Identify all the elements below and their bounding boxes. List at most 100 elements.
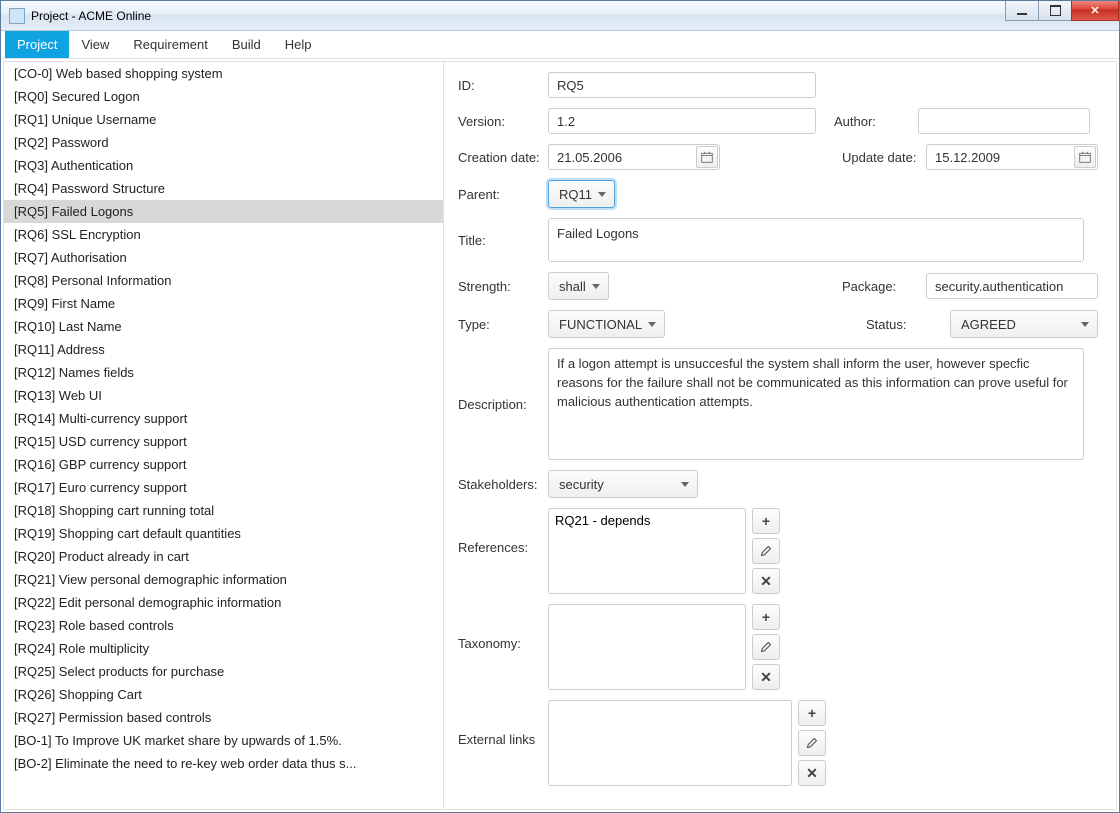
list-item[interactable]: [RQ2] Password — [4, 131, 443, 154]
requirement-list[interactable]: [CO-0] Web based shopping system[RQ0] Se… — [4, 62, 444, 809]
pencil-icon — [760, 545, 772, 557]
list-item[interactable]: [RQ16] GBP currency support — [4, 453, 443, 476]
menu-requirement[interactable]: Requirement — [121, 31, 219, 58]
menu-project[interactable]: Project — [5, 31, 69, 58]
list-item[interactable]: [RQ27] Permission based controls — [4, 706, 443, 729]
package-field[interactable] — [926, 273, 1098, 299]
list-item[interactable]: [CO-0] Web based shopping system — [4, 62, 443, 85]
taxonomy-remove-button[interactable]: ✕ — [752, 664, 780, 690]
list-item[interactable]: [RQ13] Web UI — [4, 384, 443, 407]
references-edit-button[interactable] — [752, 538, 780, 564]
title-label: Title: — [458, 233, 542, 248]
list-item[interactable]: [RQ6] SSL Encryption — [4, 223, 443, 246]
list-item[interactable]: [RQ14] Multi-currency support — [4, 407, 443, 430]
list-item[interactable]: [RQ21] View personal demographic informa… — [4, 568, 443, 591]
list-item[interactable]: [RQ24] Role multiplicity — [4, 637, 443, 660]
list-item[interactable]: [RQ5] Failed Logons — [4, 200, 443, 223]
parent-value: RQ11 — [559, 187, 592, 202]
list-item[interactable]: [BO-1] To Improve UK market share by upw… — [4, 729, 443, 752]
list-item[interactable]: [RQ1] Unique Username — [4, 108, 443, 131]
id-field[interactable] — [548, 72, 816, 98]
calendar-icon — [701, 151, 713, 163]
list-item[interactable]: [BO-2] Eliminate the need to re-key web … — [4, 752, 443, 775]
taxonomy-list[interactable] — [548, 604, 746, 690]
author-label: Author: — [834, 114, 912, 129]
stakeholders-value: security — [559, 477, 604, 492]
strength-value: shall — [559, 279, 586, 294]
status-value: AGREED — [961, 317, 1016, 332]
app-icon — [9, 8, 25, 24]
version-label: Version: — [458, 114, 542, 129]
list-item[interactable]: [RQ18] Shopping cart running total — [4, 499, 443, 522]
minimize-button[interactable] — [1005, 1, 1039, 21]
list-item[interactable]: [RQ7] Authorisation — [4, 246, 443, 269]
references-label: References: — [458, 508, 542, 555]
window-title: Project - ACME Online — [31, 9, 151, 23]
version-field[interactable] — [548, 108, 816, 134]
references-add-button[interactable]: + — [752, 508, 780, 534]
titlebar: Project - ACME Online — [1, 1, 1119, 31]
external-links-list[interactable] — [548, 700, 792, 786]
type-label: Type: — [458, 317, 542, 332]
menu-view[interactable]: View — [69, 31, 121, 58]
menu-help[interactable]: Help — [273, 31, 324, 58]
list-item[interactable]: [RQ8] Personal Information — [4, 269, 443, 292]
external-links-add-button[interactable]: + — [798, 700, 826, 726]
content-area: [CO-0] Web based shopping system[RQ0] Se… — [3, 61, 1117, 810]
description-field[interactable] — [548, 348, 1084, 460]
references-remove-button[interactable]: ✕ — [752, 568, 780, 594]
status-label: Status: — [866, 317, 944, 332]
maximize-button[interactable] — [1038, 1, 1072, 21]
creation-date-field[interactable] — [548, 144, 720, 170]
list-item[interactable]: [RQ3] Authentication — [4, 154, 443, 177]
type-combo[interactable]: FUNCTIONAL — [548, 310, 665, 338]
package-label: Package: — [842, 279, 920, 294]
list-item[interactable]: [RQ12] Names fields — [4, 361, 443, 384]
creation-date-picker-button[interactable] — [696, 146, 718, 168]
list-item[interactable]: [RQ19] Shopping cart default quantities — [4, 522, 443, 545]
status-combo[interactable]: AGREED — [950, 310, 1098, 338]
update-date-field[interactable] — [926, 144, 1098, 170]
strength-label: Strength: — [458, 279, 542, 294]
strength-combo[interactable]: shall — [548, 272, 609, 300]
list-item[interactable]: [RQ11] Address — [4, 338, 443, 361]
references-list[interactable]: RQ21 - depends — [548, 508, 746, 594]
list-item[interactable]: [RQ4] Password Structure — [4, 177, 443, 200]
external-links-remove-button[interactable]: ✕ — [798, 760, 826, 786]
parent-label: Parent: — [458, 187, 542, 202]
description-label: Description: — [458, 397, 542, 412]
list-item[interactable]: [RQ9] First Name — [4, 292, 443, 315]
list-item[interactable]: [RQ0] Secured Logon — [4, 85, 443, 108]
list-item[interactable]: [RQ10] Last Name — [4, 315, 443, 338]
list-item[interactable]: [RQ15] USD currency support — [4, 430, 443, 453]
calendar-icon — [1079, 151, 1091, 163]
id-label: ID: — [458, 78, 542, 93]
list-item[interactable]: [RQ26] Shopping Cart — [4, 683, 443, 706]
stakeholders-combo[interactable]: security — [548, 470, 698, 498]
list-item[interactable]: [RQ17] Euro currency support — [4, 476, 443, 499]
parent-combo[interactable]: RQ11 — [548, 180, 615, 208]
title-field[interactable] — [548, 218, 1084, 262]
external-links-label: External links — [458, 700, 542, 747]
menu-build[interactable]: Build — [220, 31, 273, 58]
list-item[interactable]: [RQ23] Role based controls — [4, 614, 443, 637]
update-date-picker-button[interactable] — [1074, 146, 1096, 168]
taxonomy-edit-button[interactable] — [752, 634, 780, 660]
close-button[interactable] — [1071, 1, 1119, 21]
taxonomy-label: Taxonomy: — [458, 604, 542, 651]
author-field[interactable] — [918, 108, 1090, 134]
list-item[interactable]: [RQ22] Edit personal demographic informa… — [4, 591, 443, 614]
update-date-label: Update date: — [842, 150, 920, 165]
pencil-icon — [760, 641, 772, 653]
menubar: ProjectViewRequirementBuildHelp — [1, 31, 1119, 59]
external-links-edit-button[interactable] — [798, 730, 826, 756]
list-item[interactable]: RQ21 - depends — [555, 513, 739, 528]
list-item[interactable]: [RQ25] Select products for purchase — [4, 660, 443, 683]
window-controls — [1006, 1, 1119, 21]
taxonomy-add-button[interactable]: + — [752, 604, 780, 630]
creation-date-label: Creation date: — [458, 150, 542, 165]
type-value: FUNCTIONAL — [559, 317, 642, 332]
app-window: Project - ACME Online ProjectViewRequire… — [0, 0, 1120, 813]
list-item[interactable]: [RQ20] Product already in cart — [4, 545, 443, 568]
stakeholders-label: Stakeholders: — [458, 477, 542, 492]
